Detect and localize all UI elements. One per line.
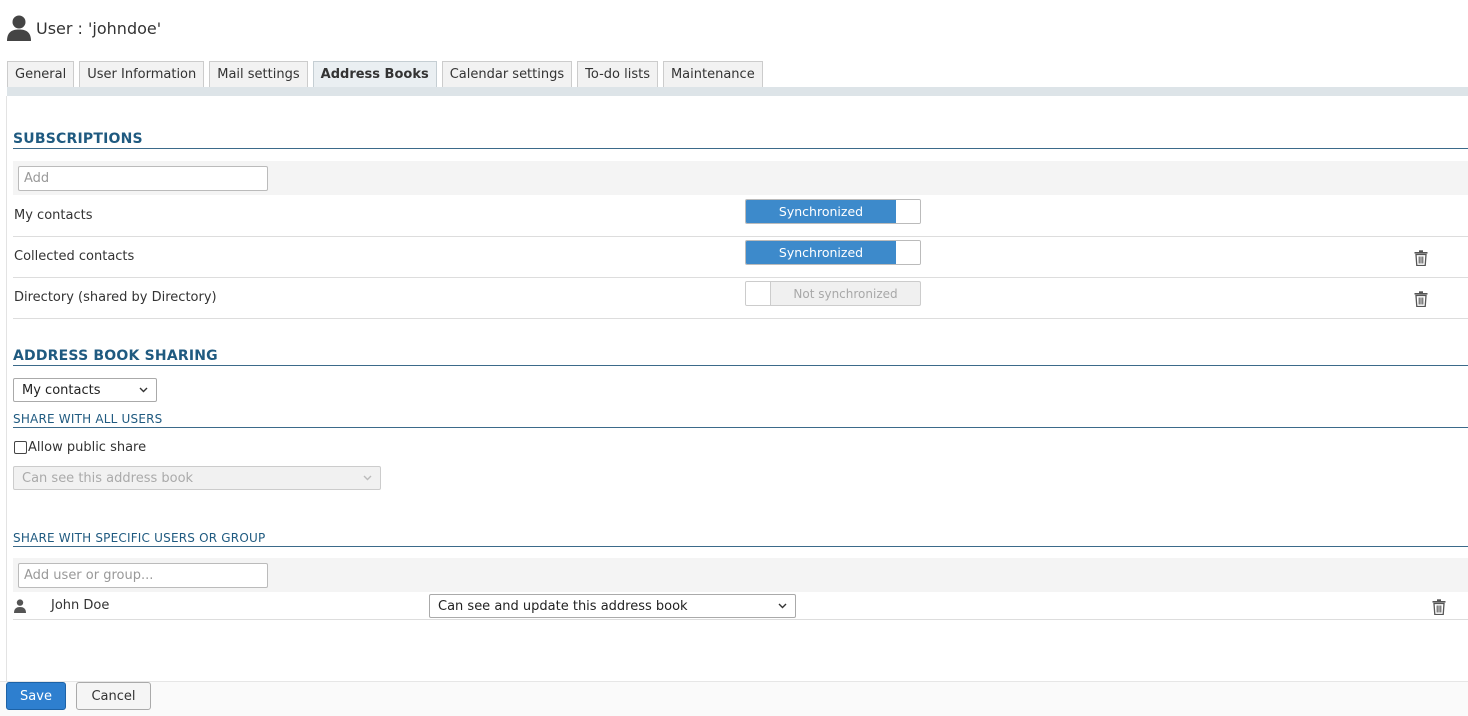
- trash-icon[interactable]: [1414, 291, 1428, 307]
- share-specific-heading: SHARE WITH SPECIFIC USERS OR GROUP: [13, 531, 1468, 547]
- subscription-label: Collected contacts: [14, 249, 135, 264]
- toggle-knob: [746, 282, 771, 305]
- content-border: [6, 96, 7, 682]
- footer-bar: Save Cancel: [0, 682, 1468, 716]
- share-rights-select[interactable]: Can see and update this address book: [429, 594, 796, 618]
- subscription-row: Collected contacts Synchronized: [13, 237, 1468, 278]
- address-book-select-value: My contacts: [22, 382, 101, 398]
- page-header: User : 'johndoe': [5, 10, 161, 46]
- tab-todo-lists[interactable]: To-do lists: [577, 61, 658, 87]
- toggle-knob: [896, 241, 920, 264]
- tab-strip: [7, 87, 1468, 96]
- public-share-checkbox[interactable]: [14, 441, 27, 454]
- user-icon: [7, 15, 31, 41]
- share-add-bar: [13, 558, 1468, 592]
- tab-calendar-settings[interactable]: Calendar settings: [441, 61, 573, 87]
- address-book-select[interactable]: My contacts: [13, 378, 157, 402]
- tab-general[interactable]: General: [7, 61, 75, 87]
- public-rights-select-value: Can see this address book: [22, 470, 194, 486]
- user-icon: [14, 599, 26, 613]
- public-share-label: Allow public share: [28, 440, 147, 455]
- toggle-knob: [896, 200, 920, 223]
- subscription-label: Directory (shared by Directory): [14, 290, 217, 305]
- tab-user-information[interactable]: User Information: [79, 61, 205, 87]
- address-book-sharing-heading: ADDRESS BOOK SHARING: [13, 348, 1468, 366]
- share-entry-row: John Doe Can see and update this address…: [13, 593, 1468, 620]
- subscriptions-add-bar: [13, 161, 1468, 195]
- subscription-row: My contacts Synchronized: [13, 196, 1468, 237]
- subscription-label: My contacts: [14, 208, 93, 223]
- sync-state-label: Synchronized: [746, 241, 896, 264]
- trash-icon[interactable]: [1432, 599, 1446, 615]
- tab-bar: General User Information Mail settings A…: [7, 61, 768, 87]
- sync-state-label: Not synchronized: [793, 286, 898, 301]
- sync-state-label: Synchronized: [746, 200, 896, 223]
- chevron-down-icon: [139, 387, 148, 393]
- subscription-row: Directory (shared by Directory) Not sync…: [13, 278, 1468, 319]
- tab-address-books[interactable]: Address Books: [312, 61, 437, 87]
- share-all-users-heading: SHARE WITH ALL USERS: [13, 412, 1468, 428]
- share-add-input[interactable]: [18, 563, 268, 588]
- chevron-down-icon: [363, 475, 372, 481]
- share-user-name: John Doe: [51, 598, 110, 613]
- trash-icon[interactable]: [1414, 250, 1428, 266]
- tab-maintenance[interactable]: Maintenance: [662, 61, 763, 87]
- sync-toggle[interactable]: Synchronized: [745, 199, 921, 224]
- cancel-button[interactable]: Cancel: [76, 682, 151, 710]
- save-button[interactable]: Save: [6, 682, 66, 710]
- share-rights-select-value: Can see and update this address book: [438, 598, 688, 614]
- sync-toggle[interactable]: Not synchronized: [745, 281, 921, 306]
- chevron-down-icon: [778, 603, 787, 609]
- sync-toggle[interactable]: Synchronized: [745, 240, 921, 265]
- public-share-option: Allow public share: [14, 440, 146, 455]
- subscriptions-heading: SUBSCRIPTIONS: [13, 131, 1468, 149]
- public-rights-select: Can see this address book: [13, 466, 381, 490]
- page-title: User : 'johndoe': [36, 18, 162, 38]
- tab-mail-settings[interactable]: Mail settings: [209, 61, 308, 87]
- subscription-add-input[interactable]: [18, 166, 268, 191]
